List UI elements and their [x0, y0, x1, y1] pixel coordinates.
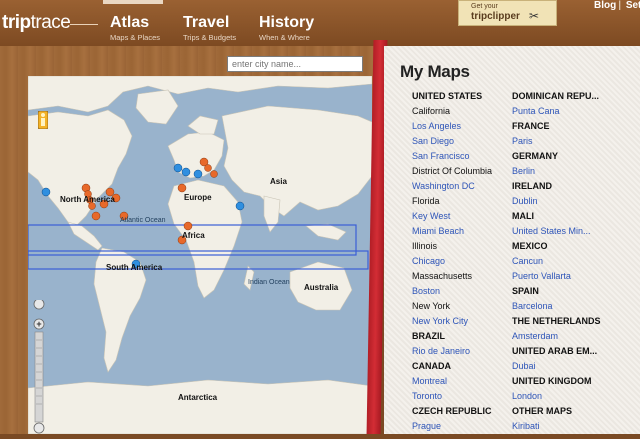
city-link[interactable]: Cancun [512, 254, 630, 269]
maps-column-2: DOMINICAN REPU... Punta Cana FRANCE Paris GE… [512, 89, 630, 434]
city-link[interactable]: Berlin [512, 164, 630, 179]
tab-history-title: History [259, 14, 315, 31]
country-heading: IRELAND [512, 181, 552, 191]
country-heading: MALI [512, 211, 534, 221]
country-heading: THE NETHERLANDS [512, 316, 601, 326]
map-label-south-america: South America [106, 263, 163, 272]
triptrace-logo[interactable]: triptrace [2, 12, 71, 34]
link-separator: | [618, 0, 622, 11]
city-link[interactable]: United States Min... [512, 224, 630, 239]
city-link[interactable]: Punta Cana [512, 104, 630, 119]
map-label-indian: Indian Ocean [248, 279, 290, 286]
logo-underline [70, 24, 98, 25]
svg-text:+: + [36, 319, 41, 329]
country-heading: UNITED ARAB EM... [512, 346, 598, 356]
map-label-north-america: North America [60, 195, 115, 204]
scissors-icon: ✂ [529, 9, 540, 23]
city-link[interactable]: Dublin [512, 194, 630, 209]
blog-link[interactable]: Blog [594, 0, 616, 11]
zoom-out-icon[interactable] [33, 422, 45, 434]
country-heading: UNITED KINGDOM [512, 376, 592, 386]
tab-travel[interactable]: Travel Trips & Budgets [183, 14, 236, 42]
zoom-slider-track[interactable] [34, 331, 44, 423]
country-heading: GERMANY [512, 151, 559, 161]
country-heading: FRANCE [512, 121, 550, 131]
city-search-input[interactable] [227, 56, 363, 72]
map-label-asia: Asia [270, 177, 287, 186]
city-link[interactable]: Kiribati [512, 419, 630, 434]
clipper-line2: tripclipper [471, 11, 520, 22]
tripclipper-button[interactable]: Get your tripclipper ✂ [458, 0, 557, 26]
clipper-line1: Get your [471, 3, 498, 10]
top-links: Blog| Setti [594, 0, 640, 11]
tab-atlas-title: Atlas [110, 14, 150, 31]
country-heading: MEXICO [512, 241, 548, 251]
world-map[interactable]: North America South America Europe Afric… [28, 76, 372, 434]
street-view-pegman-icon[interactable] [37, 110, 49, 130]
city-link[interactable]: London [512, 389, 630, 404]
tab-atlas-subtitle: Maps & Places [110, 33, 161, 42]
tab-atlas[interactable]: Atlas Maps & Places [102, 0, 164, 42]
city-link[interactable]: Barcelona [512, 299, 630, 314]
map-label-australia: Australia [304, 283, 339, 292]
map-svg: North America South America Europe Afric… [28, 76, 372, 434]
country-heading: SPAIN [512, 286, 539, 296]
pan-control-icon[interactable] [33, 298, 45, 310]
settings-link[interactable]: Setti [626, 0, 640, 11]
country-heading: DOMINICAN REPU... [512, 91, 600, 101]
map-label-africa: Africa [182, 231, 205, 240]
city-link[interactable]: Dubai [512, 359, 630, 374]
city-link[interactable]: Puerto Vallarta [512, 269, 630, 284]
logo-thin: trace [30, 12, 71, 33]
tab-history-subtitle: When & Where [259, 33, 310, 42]
tab-travel-title: Travel [183, 14, 230, 31]
map-label-antarctica: Antarctica [178, 393, 218, 402]
city-link[interactable]: Paris [512, 134, 630, 149]
panel-title: My Maps [400, 62, 470, 81]
city-link[interactable]: Amsterdam [512, 329, 630, 344]
tab-history[interactable]: History When & Where [259, 14, 314, 42]
map-label-atlantic: Atlantic Ocean [120, 217, 166, 224]
logo-bold: trip [2, 12, 31, 33]
country-heading: OTHER MAPS [512, 406, 573, 416]
map-label-europe: Europe [184, 193, 212, 202]
tab-travel-subtitle: Trips & Budgets [183, 33, 237, 42]
top-header: triptrace Atlas Maps & Places Travel Tri… [0, 0, 640, 47]
zoom-control[interactable]: + [30, 298, 48, 434]
